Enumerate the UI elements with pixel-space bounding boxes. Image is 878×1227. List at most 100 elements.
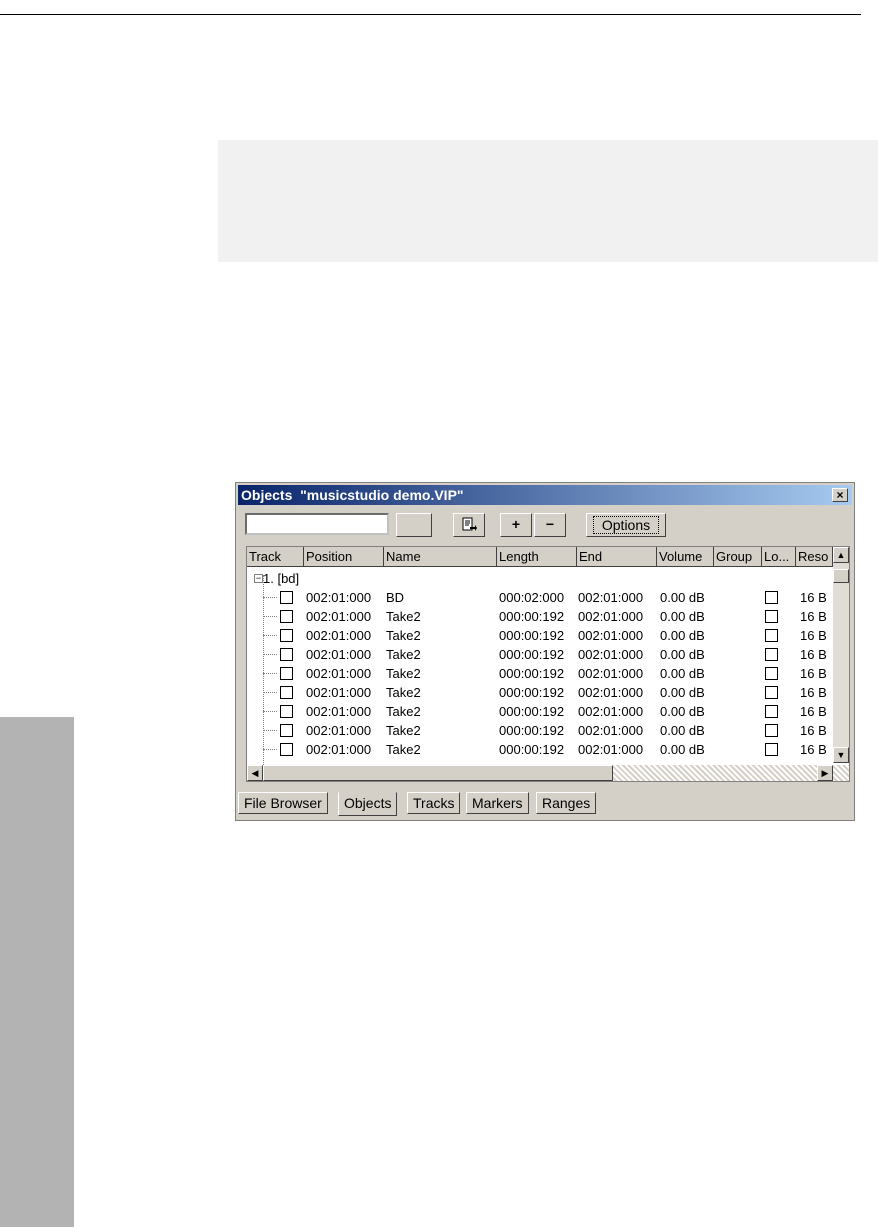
column-header: Track Position Name Length End Volume Gr… <box>247 547 849 567</box>
search-input[interactable] <box>245 513 389 535</box>
tab-markers[interactable]: Markers <box>466 792 529 814</box>
tree-branch <box>263 616 277 617</box>
scroll-up-arrow-icon[interactable]: ▲ <box>833 547 849 563</box>
row-checkbox[interactable] <box>280 667 293 680</box>
table-row[interactable]: 002:01:000 Take2 000:00:192 002:01:000 0.00 … <box>247 683 833 702</box>
lock-checkbox[interactable] <box>765 724 778 737</box>
cell-resolution: 16 B <box>800 685 827 700</box>
lock-checkbox[interactable] <box>765 705 778 718</box>
column-volume[interactable]: Volume <box>657 547 714 567</box>
cell-end: 002:01:000 <box>578 723 644 738</box>
cell-volume: 0.00 dB <box>660 685 705 700</box>
column-name[interactable]: Name <box>384 547 497 567</box>
blank-button[interactable] <box>396 513 432 537</box>
export-button[interactable] <box>453 513 485 537</box>
cell-resolution: 16 B <box>800 590 827 605</box>
cell-end: 002:01:000 <box>578 628 644 643</box>
cell-name: Take2 <box>386 609 421 624</box>
track-group-label: 1. [bd] <box>263 571 300 586</box>
horizontal-scrollbar[interactable]: ◀ ▶ <box>247 765 849 781</box>
column-resolution[interactable]: Reso <box>796 547 833 567</box>
options-button[interactable]: Options <box>586 513 666 537</box>
lock-checkbox[interactable] <box>765 667 778 680</box>
cell-length: 000:00:192 <box>499 704 565 719</box>
lock-checkbox[interactable] <box>765 743 778 756</box>
cell-position: 002:01:000 <box>306 742 372 757</box>
cell-end: 002:01:000 <box>578 704 644 719</box>
column-end[interactable]: End <box>577 547 657 567</box>
column-position[interactable]: Position <box>304 547 384 567</box>
cell-position: 002:01:000 <box>306 590 372 605</box>
vertical-scrollbar[interactable]: ▲ ▼ <box>833 547 849 763</box>
table-row[interactable]: 002:01:000 Take2 000:00:192 002:01:000 0.00 … <box>247 721 833 740</box>
close-button[interactable]: × <box>832 488 848 502</box>
cell-length: 000:00:192 <box>499 628 565 643</box>
lock-checkbox[interactable] <box>765 610 778 623</box>
cell-length: 000:00:192 <box>499 666 565 681</box>
cell-position: 002:01:000 <box>306 723 372 738</box>
table-row[interactable]: 002:01:000 BD 000:02:000 002:01:000 0.00 dB 1… <box>247 588 833 607</box>
toolbar: + − Options <box>236 507 854 539</box>
export-icon <box>462 517 477 531</box>
add-button[interactable]: + <box>500 513 532 537</box>
row-checkbox[interactable] <box>280 629 293 642</box>
scroll-right-arrow-icon[interactable]: ▶ <box>817 765 833 781</box>
row-checkbox[interactable] <box>280 724 293 737</box>
vertical-scroll-thumb[interactable] <box>833 569 849 583</box>
cell-name: Take2 <box>386 723 421 738</box>
table-row[interactable]: 002:01:000 Take2 000:00:192 002:01:000 0.00 … <box>247 626 833 645</box>
lock-checkbox[interactable] <box>765 686 778 699</box>
table-row[interactable]: 002:01:000 Take2 000:00:192 002:01:000 0.00 … <box>247 664 833 683</box>
row-checkbox[interactable] <box>280 610 293 623</box>
row-checkbox[interactable] <box>280 743 293 756</box>
horizontal-scroll-thumb[interactable] <box>263 765 613 781</box>
cell-name: Take2 <box>386 666 421 681</box>
remove-button[interactable]: − <box>534 513 566 537</box>
table-row[interactable]: 002:01:000 Take2 000:00:192 002:01:000 0.00 … <box>247 607 833 626</box>
lock-checkbox[interactable] <box>765 629 778 642</box>
tree-branch <box>263 692 277 693</box>
scroll-down-arrow-icon[interactable]: ▼ <box>833 747 849 763</box>
cell-position: 002:01:000 <box>306 628 372 643</box>
tab-tracks[interactable]: Tracks <box>407 792 461 814</box>
table-row[interactable]: 002:01:000 Take2 000:00:192 002:01:000 0.00 … <box>247 740 833 759</box>
column-lock[interactable]: Lo... <box>762 547 796 567</box>
cell-length: 000:00:192 <box>499 647 565 662</box>
tab-ranges[interactable]: Ranges <box>536 792 597 814</box>
table-row[interactable]: 002:01:000 Take2 000:00:192 002:01:000 0.00 … <box>247 702 833 721</box>
tree-branch <box>263 730 277 731</box>
cell-volume: 0.00 dB <box>660 666 705 681</box>
cell-volume: 0.00 dB <box>660 742 705 757</box>
objects-grid: Track Position Name Length End Volume Gr… <box>246 546 850 782</box>
cell-name: Take2 <box>386 704 421 719</box>
cell-resolution: 16 B <box>800 609 827 624</box>
table-row[interactable]: 002:01:000 Take2 000:00:192 002:01:000 0.00 … <box>247 645 833 664</box>
column-group[interactable]: Group <box>714 547 762 567</box>
cell-name: Take2 <box>386 742 421 757</box>
tab-file-browser[interactable]: File Browser <box>238 792 328 814</box>
lock-checkbox[interactable] <box>765 591 778 604</box>
cell-resolution: 16 B <box>800 723 827 738</box>
scroll-left-arrow-icon[interactable]: ◀ <box>247 765 263 781</box>
cell-end: 002:01:000 <box>578 590 644 605</box>
cell-volume: 0.00 dB <box>660 590 705 605</box>
row-checkbox[interactable] <box>280 648 293 661</box>
row-checkbox[interactable] <box>280 705 293 718</box>
cell-resolution: 16 B <box>800 704 827 719</box>
track-group-row[interactable]: − 1. [bd] <box>247 569 833 588</box>
cell-name: Take2 <box>386 647 421 662</box>
column-track[interactable]: Track <box>247 547 304 567</box>
collapse-icon[interactable]: − <box>254 574 263 583</box>
cell-length: 000:02:000 <box>499 590 565 605</box>
cell-name: BD <box>386 590 405 605</box>
tree-branch <box>263 711 277 712</box>
tree-branch <box>263 673 277 674</box>
cell-resolution: 16 B <box>800 666 827 681</box>
cell-length: 000:00:192 <box>499 685 565 700</box>
row-checkbox[interactable] <box>280 591 293 604</box>
column-length[interactable]: Length <box>497 547 577 567</box>
tab-objects[interactable]: Objects <box>338 792 398 816</box>
cell-resolution: 16 B <box>800 647 827 662</box>
lock-checkbox[interactable] <box>765 648 778 661</box>
row-checkbox[interactable] <box>280 686 293 699</box>
